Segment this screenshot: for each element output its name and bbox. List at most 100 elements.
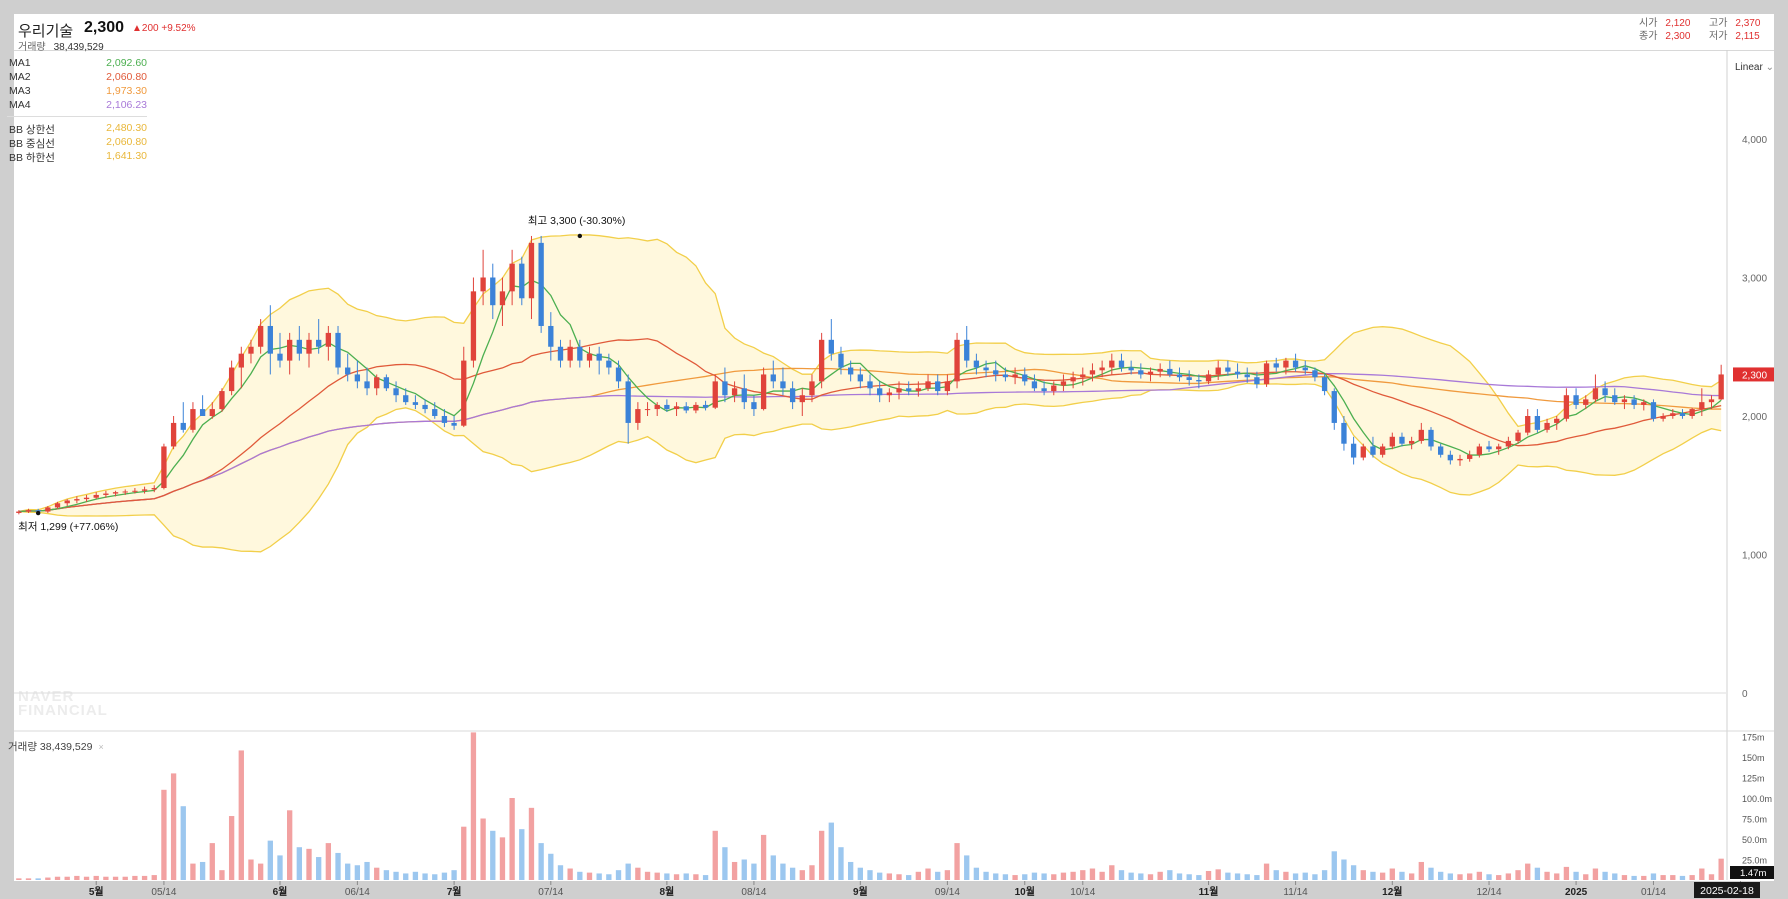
candle-body — [896, 388, 902, 393]
candle-body — [499, 291, 506, 306]
volume-bar — [1244, 874, 1250, 880]
volume-bar — [702, 875, 709, 880]
volume-bar — [1592, 868, 1599, 880]
date-tick-label: 05/14 — [151, 887, 176, 898]
scale-type-selector[interactable]: Linear ⌄ — [1735, 62, 1774, 73]
volume-bar — [306, 848, 312, 880]
volume-bar — [16, 878, 22, 880]
candlestick-chart[interactable]: 0 1,000 2,000 3,000 4,000 최고 3,300 (-30.30%) 최… — [0, 0, 1788, 899]
candle-body — [586, 353, 593, 361]
candle-body — [673, 406, 680, 410]
volume-bar — [74, 875, 80, 880]
volume-tick-label: 150m — [1742, 753, 1765, 763]
candle-body — [1273, 363, 1279, 368]
candle-body — [1321, 377, 1328, 392]
candle-body — [1312, 370, 1318, 378]
volume-bar — [944, 870, 951, 880]
volume-bar — [528, 807, 535, 880]
candle-body — [219, 391, 225, 410]
candle-body — [915, 388, 922, 392]
volume-bar — [499, 837, 506, 880]
volume-bar — [1544, 871, 1550, 880]
candle-body — [209, 409, 215, 416]
volume-bar — [1138, 873, 1144, 880]
candle-body — [1080, 374, 1086, 378]
candle-body — [1718, 374, 1724, 400]
date-tick-label: 11월 — [1199, 886, 1219, 898]
volume-bar — [1234, 873, 1241, 880]
volume-bar — [25, 878, 32, 880]
date-tick-label: 7월 — [447, 886, 462, 898]
volume-bar — [257, 863, 264, 880]
candle-body — [461, 360, 467, 426]
volume-bar — [316, 857, 322, 880]
candle-body — [25, 510, 32, 512]
date-tick-label: 06/14 — [345, 887, 370, 898]
volume-bar — [1186, 874, 1192, 880]
volume-bar — [760, 834, 767, 880]
volume-bar — [383, 870, 390, 880]
volume-bar — [403, 873, 409, 880]
volume-bar — [83, 876, 90, 880]
volume-bar — [1321, 870, 1328, 880]
volume-panel-title: 거래량 38,439,529 × — [8, 739, 104, 754]
candle-body — [683, 406, 689, 411]
candle-body — [161, 446, 167, 489]
volume-bar — [451, 870, 457, 880]
date-tick-label: 9월 — [853, 886, 868, 898]
candle-body — [731, 388, 738, 396]
volume-bar — [1205, 870, 1212, 880]
candle-body — [1467, 454, 1473, 459]
volume-bar — [838, 847, 844, 880]
volume-bar — [780, 863, 786, 880]
volume-bar — [886, 873, 893, 880]
candle-body — [412, 402, 419, 405]
scale-type-label: Linear — [1735, 62, 1763, 73]
date-tick-label: 11/14 — [1283, 887, 1308, 898]
volume-bar — [93, 875, 99, 880]
volume-bar — [606, 874, 612, 880]
candle-body — [751, 402, 757, 410]
candle-body — [1505, 440, 1512, 447]
legend-bb-upper-value: 2,480.30 — [106, 122, 147, 134]
candle-body — [441, 416, 448, 423]
volume-bar — [857, 867, 863, 880]
candle-body — [654, 404, 660, 410]
volume-bar — [170, 773, 177, 880]
candle-body — [170, 422, 177, 447]
candle-body — [838, 353, 844, 368]
candle-body — [577, 346, 583, 361]
volume-bar — [1070, 871, 1076, 880]
legend-ma2: MA2 2,060.80 — [7, 71, 147, 85]
candle-body — [345, 367, 351, 375]
volume-bar — [1196, 875, 1202, 880]
date-tick-label: 2025 — [1565, 887, 1588, 898]
close-icon[interactable]: × — [98, 742, 103, 752]
volume-bar — [1302, 872, 1308, 880]
candle-body — [1176, 374, 1183, 378]
candle-body — [1650, 402, 1657, 419]
volume-bar — [1447, 873, 1453, 880]
legend-ma4-value: 2,106.23 — [106, 99, 147, 111]
volume-bar — [296, 847, 302, 880]
volume-bar — [751, 863, 757, 880]
volume-bar — [1563, 866, 1570, 880]
volume-bar — [809, 865, 815, 880]
candle-body — [1022, 374, 1028, 382]
volume-bar — [712, 830, 718, 880]
volume-bar — [1573, 871, 1579, 880]
candle-body — [509, 263, 515, 292]
volume-bar — [228, 816, 235, 880]
candle-body — [199, 409, 206, 416]
volume-bar — [141, 875, 148, 880]
volume-bar — [828, 822, 834, 880]
candle-body — [1544, 422, 1550, 430]
volume-tick-label: 50.0m — [1742, 835, 1767, 845]
candle-body — [847, 367, 854, 375]
volume-tick-label: 175m — [1742, 733, 1765, 743]
candle-body — [596, 353, 602, 361]
volume-bar — [1708, 874, 1715, 880]
volume-bar — [1525, 863, 1531, 880]
volume-bar — [615, 870, 622, 880]
current-volume-badge-label: 1.47m — [1740, 868, 1766, 879]
